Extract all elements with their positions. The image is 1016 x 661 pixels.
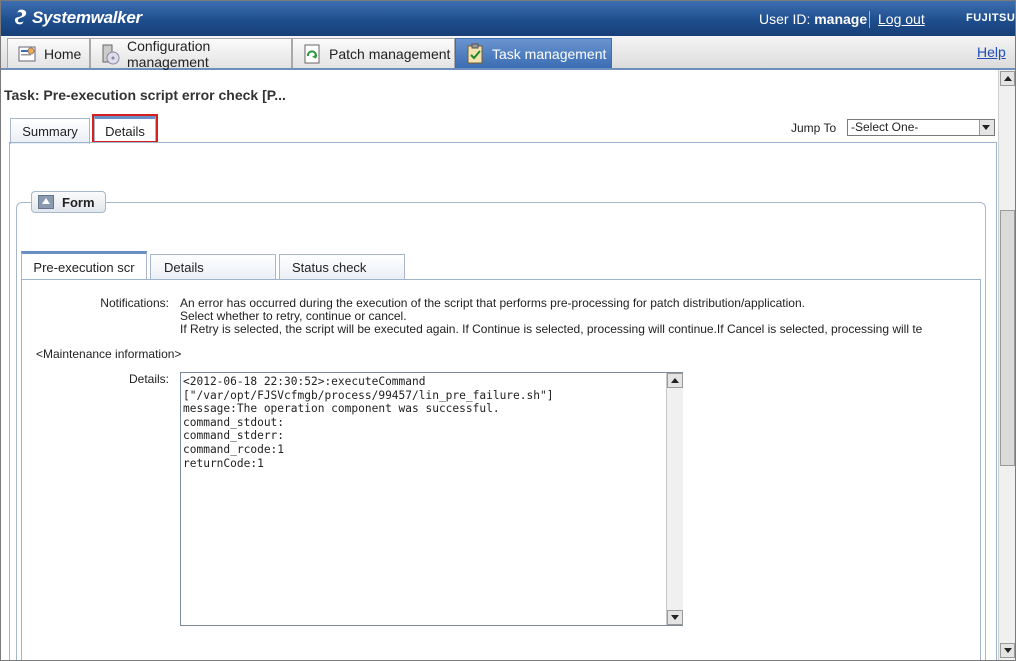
tab-home[interactable]: Home bbox=[7, 38, 90, 68]
tab-form-details[interactable]: Details bbox=[150, 254, 276, 280]
user-info: User ID: manage bbox=[759, 11, 867, 27]
form-legend-label: Form bbox=[62, 194, 95, 210]
scroll-up-button[interactable] bbox=[667, 373, 683, 388]
tab-pre-execution[interactable]: Pre-execution scr bbox=[21, 251, 147, 280]
systemwalker-logo-icon bbox=[15, 9, 27, 25]
maintenance-heading: <Maintenance information> bbox=[36, 347, 182, 361]
clipboard-check-icon bbox=[464, 43, 486, 65]
details-label: Details: bbox=[128, 372, 169, 386]
patch-icon bbox=[301, 43, 323, 65]
page-scroll-down-button[interactable] bbox=[1000, 643, 1015, 658]
user-id-value: manage bbox=[814, 11, 868, 27]
tab-home-label: Home bbox=[44, 45, 82, 62]
tab-task-management[interactable]: Task management bbox=[455, 38, 612, 68]
notifications-label: Notifications: bbox=[100, 296, 169, 310]
scroll-down-button[interactable] bbox=[667, 610, 683, 625]
details-textarea[interactable]: <2012-06-18 22:30:52>:executeCommand ["/… bbox=[180, 372, 683, 626]
page-title: Task: Pre-execution script error check [… bbox=[4, 87, 286, 103]
tab-summary[interactable]: Summary bbox=[10, 118, 90, 144]
collapse-icon bbox=[38, 195, 54, 209]
brand-name: Systemwalker bbox=[32, 8, 142, 27]
page-scrollbar[interactable] bbox=[998, 70, 1015, 660]
jump-to-select[interactable]: -Select One- bbox=[847, 119, 995, 136]
notification-line-3: If Retry is selected, the script will be… bbox=[180, 322, 923, 336]
highlight-frame bbox=[92, 114, 158, 143]
tab-status-check[interactable]: Status check bbox=[279, 254, 405, 280]
tab-configuration-label: Configuration management bbox=[127, 37, 211, 70]
user-id-label: User ID: bbox=[759, 11, 811, 27]
details-textarea-scrollbar[interactable] bbox=[666, 373, 683, 625]
form-legend[interactable]: Form bbox=[31, 191, 106, 213]
help-link[interactable]: Help bbox=[977, 44, 1006, 60]
header-divider bbox=[869, 11, 870, 28]
page-scroll-up-button[interactable] bbox=[1000, 71, 1015, 86]
jump-to-value: -Select One- bbox=[851, 120, 919, 134]
tab-configuration-management[interactable]: Configuration management bbox=[90, 37, 292, 70]
systemwalker-logo: Systemwalker bbox=[13, 8, 142, 28]
app-window: Systemwalker User ID: manage Log out FUJ… bbox=[0, 0, 1016, 661]
tab-patch-management[interactable]: Patch management bbox=[292, 38, 455, 68]
main-tab-bar: Home Configuration management Patch mana… bbox=[1, 36, 1015, 70]
fujitsu-logo: FUJITSU bbox=[966, 12, 1016, 24]
notification-line-1: An error has occurred during the executi… bbox=[180, 296, 805, 310]
tab-summary-label: Summary bbox=[22, 124, 78, 139]
chevron-down-icon bbox=[979, 120, 994, 135]
tab-status-check-label: Status check bbox=[292, 260, 367, 275]
home-icon bbox=[16, 43, 38, 65]
logout-link[interactable]: Log out bbox=[878, 11, 925, 27]
tab-task-label: Task management bbox=[492, 45, 607, 62]
server-cd-icon bbox=[99, 43, 121, 65]
page-scroll-thumb[interactable] bbox=[1000, 210, 1015, 466]
app-header: Systemwalker User ID: manage Log out FUJ… bbox=[1, 1, 1015, 36]
tab-patch-label: Patch management bbox=[329, 45, 451, 62]
tab-pre-execution-label: Pre-execution scr bbox=[33, 259, 135, 275]
jump-to-label: Jump To bbox=[791, 121, 837, 135]
notification-line-2: Select whether to retry, continue or can… bbox=[180, 309, 407, 323]
tab-form-details-label: Details bbox=[164, 260, 204, 275]
